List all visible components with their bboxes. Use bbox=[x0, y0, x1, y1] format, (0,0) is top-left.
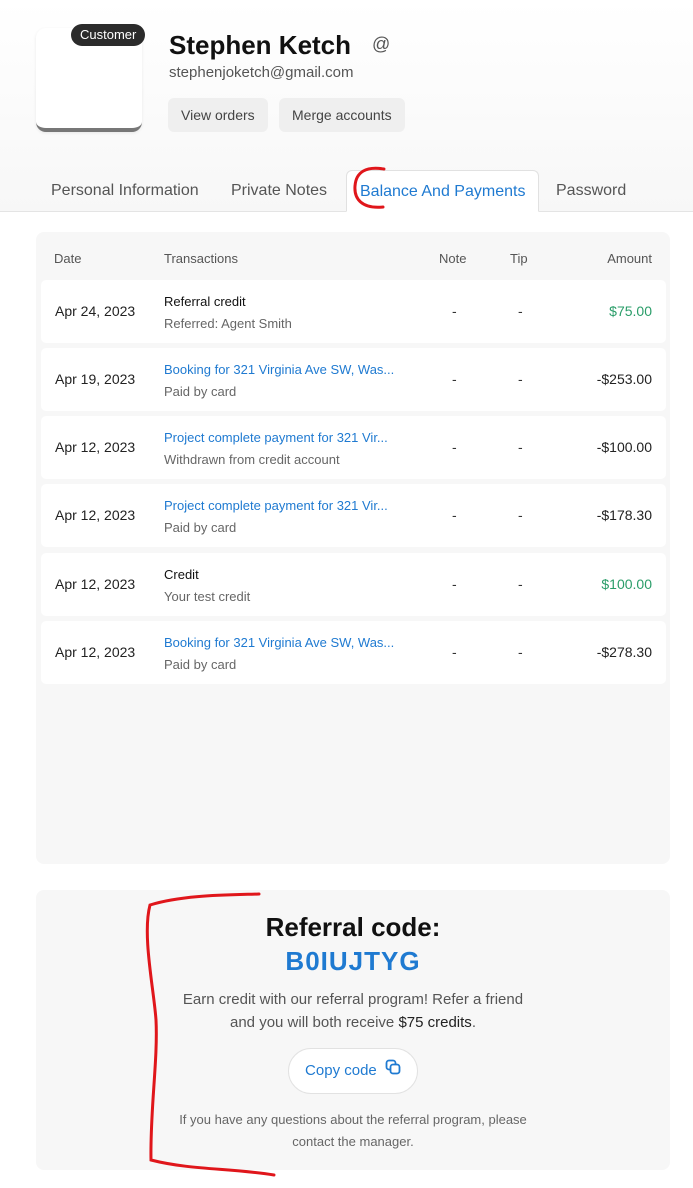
table-row: Apr 12, 2023 Credit Your test credit - - $100… bbox=[41, 553, 666, 616]
row-title: Referral credit bbox=[164, 294, 246, 309]
row-subtitle: Paid by card bbox=[164, 384, 237, 399]
referral-title: Referral code: bbox=[265, 912, 441, 942]
copy-code-label: Copy code bbox=[305, 1062, 377, 1079]
row-title[interactable]: Project complete payment for 321 Vir... bbox=[164, 430, 388, 445]
row-note: - bbox=[452, 439, 457, 455]
row-title[interactable]: Project complete payment for 321 Vir... bbox=[164, 498, 388, 513]
row-title[interactable]: Booking for 321 Virginia Ave SW, Was... bbox=[164, 362, 394, 377]
row-date: Apr 19, 2023 bbox=[55, 371, 136, 387]
row-amount: -$253.00 bbox=[596, 371, 652, 387]
merge-accounts-button[interactable]: Merge accounts bbox=[279, 98, 405, 132]
row-date: Apr 12, 2023 bbox=[55, 576, 136, 592]
table-header: Date Transactions Note Tip Amount bbox=[36, 232, 670, 278]
referral-description: Earn credit with our referral program! R… bbox=[181, 988, 525, 1034]
row-amount: $75.00 bbox=[609, 303, 652, 319]
row-subtitle: Withdrawn from credit account bbox=[164, 452, 340, 467]
table-row: Apr 12, 2023 Booking for 321 Virginia Ave… bbox=[41, 621, 666, 684]
tab-private-notes[interactable]: Private Notes bbox=[218, 170, 340, 212]
header-amount: Amount bbox=[607, 251, 652, 266]
copy-icon bbox=[385, 1049, 401, 1093]
referral-footer: If you have any questions about the refe… bbox=[179, 1112, 527, 1149]
row-subtitle: Paid by card bbox=[164, 520, 237, 535]
row-title: Credit bbox=[164, 567, 199, 582]
customer-badge: Customer bbox=[71, 24, 146, 46]
row-subtitle: Referred: Agent Smith bbox=[164, 316, 292, 331]
row-date: Apr 12, 2023 bbox=[55, 644, 136, 660]
referral-code[interactable]: B0IUJTYG bbox=[36, 946, 670, 977]
profile-email: stephenjoketch@gmail.com bbox=[169, 64, 354, 81]
row-date: Apr 12, 2023 bbox=[55, 439, 136, 455]
row-amount: -$278.30 bbox=[596, 644, 652, 660]
copy-code-button[interactable]: Copy code bbox=[288, 1048, 418, 1094]
transactions-table: Date Transactions Note Tip Amount Apr 24… bbox=[36, 232, 670, 864]
header-date: Date bbox=[54, 251, 82, 266]
view-orders-button[interactable]: View orders bbox=[168, 98, 268, 132]
row-tip: - bbox=[518, 644, 523, 660]
table-row: Apr 19, 2023 Booking for 321 Virginia Ave… bbox=[41, 348, 666, 411]
table-row: Apr 24, 2023 Referral credit Referred: Age… bbox=[41, 280, 666, 343]
row-amount: -$178.30 bbox=[596, 507, 652, 523]
row-note: - bbox=[452, 371, 457, 387]
row-tip: - bbox=[518, 507, 523, 523]
profile-name: Stephen Ketch bbox=[169, 30, 352, 60]
header-tip: Tip bbox=[510, 251, 528, 266]
row-tip: - bbox=[518, 576, 523, 592]
row-tip: - bbox=[518, 303, 523, 319]
row-amount: -$100.00 bbox=[596, 439, 652, 455]
referral-desc-period: . bbox=[471, 1014, 476, 1031]
row-amount: $100.00 bbox=[601, 576, 652, 592]
row-tip: - bbox=[518, 439, 523, 455]
table-row: Apr 12, 2023 Project complete payment for… bbox=[41, 416, 666, 479]
header-transactions: Transactions bbox=[164, 251, 238, 266]
at-icon[interactable]: @ bbox=[372, 34, 390, 55]
row-date: Apr 24, 2023 bbox=[55, 303, 136, 319]
tab-password[interactable]: Password bbox=[543, 170, 639, 212]
row-note: - bbox=[452, 576, 457, 592]
row-subtitle: Paid by card bbox=[164, 657, 237, 672]
table-row: Apr 12, 2023 Project complete payment for… bbox=[41, 484, 666, 547]
referral-panel: Referral code: B0IUJTYG Earn credit with… bbox=[36, 890, 670, 1170]
referral-credit-amount: $75 credits bbox=[398, 1014, 472, 1031]
row-note: - bbox=[452, 507, 457, 523]
row-tip: - bbox=[518, 371, 523, 387]
tab-bar: Personal Information Private Notes Balan… bbox=[0, 170, 693, 212]
row-note: - bbox=[452, 644, 457, 660]
row-note: - bbox=[452, 303, 457, 319]
row-subtitle: Your test credit bbox=[164, 589, 251, 604]
tab-balance-and-payments[interactable]: Balance And Payments bbox=[346, 170, 540, 212]
row-date: Apr 12, 2023 bbox=[55, 507, 136, 523]
header-note: Note bbox=[439, 251, 467, 266]
tab-personal-information[interactable]: Personal Information bbox=[38, 170, 212, 212]
row-title[interactable]: Booking for 321 Virginia Ave SW, Was... bbox=[164, 635, 394, 650]
